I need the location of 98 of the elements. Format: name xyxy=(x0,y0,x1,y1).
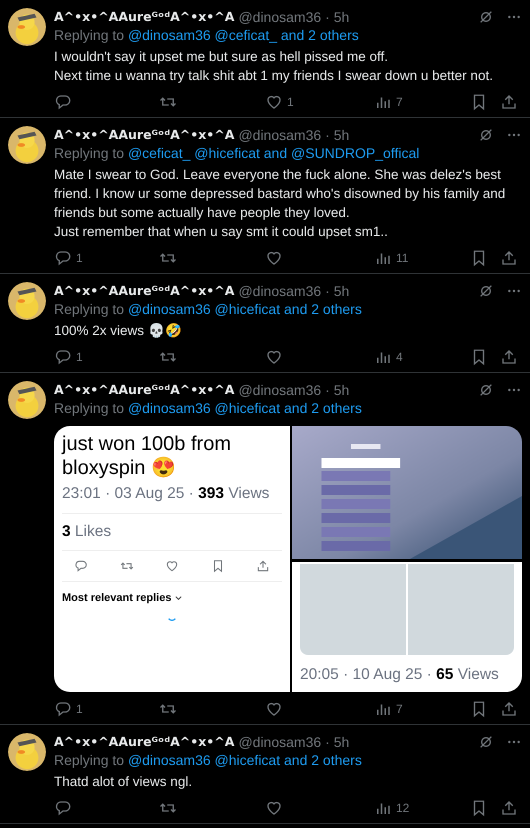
post-time[interactable]: · 5h xyxy=(325,126,350,144)
share-button[interactable] xyxy=(500,93,518,111)
user-handle[interactable]: @dinosam36 xyxy=(238,126,322,144)
post-time[interactable]: · 5h xyxy=(325,733,350,751)
reply-label: Replying to xyxy=(54,27,124,43)
share-icon xyxy=(500,348,518,366)
display-name[interactable]: A^•x•^AAureᴳᵒᵈA^•x•^A xyxy=(54,282,234,300)
like-button[interactable] xyxy=(265,700,283,718)
views-button[interactable]: 12 xyxy=(374,799,410,817)
slashed-circle-icon[interactable] xyxy=(478,382,494,398)
slashed-circle-icon[interactable] xyxy=(478,127,494,143)
post-text: Next time u wanna try talk shit abt 1 my friends I swear down u better not. xyxy=(54,67,494,85)
reply-icon xyxy=(54,799,72,817)
like-icon xyxy=(265,93,283,111)
reply-button[interactable] xyxy=(54,93,72,111)
reply-icon xyxy=(74,558,88,572)
like-button[interactable] xyxy=(265,348,283,366)
avatar[interactable] xyxy=(8,733,46,771)
share-button[interactable] xyxy=(500,700,518,718)
mention-link[interactable]: and 2 others xyxy=(280,27,359,43)
chevron-down-icon xyxy=(175,596,182,600)
like-icon xyxy=(265,799,283,817)
share-button[interactable] xyxy=(500,348,518,366)
display-name[interactable]: A^•x•^AAureᴳᵒᵈA^•x•^A xyxy=(54,8,234,26)
avatar[interactable] xyxy=(8,126,46,164)
share-icon xyxy=(256,558,270,572)
screenshot-post-text: just won 100b from bloxyspin 😍 xyxy=(62,432,232,480)
mention-link[interactable]: @dinosam36 xyxy=(128,27,211,43)
avatar[interactable] xyxy=(8,8,46,46)
mention-link[interactable]: @hiceficat xyxy=(214,752,280,768)
share-button[interactable] xyxy=(500,799,518,817)
views-button[interactable]: 7 xyxy=(374,700,403,718)
display-name[interactable]: A^•x•^AAureᴳᵒᵈA^•x•^A xyxy=(54,733,234,751)
display-name[interactable]: A^•x•^AAureᴳᵒᵈA^•x•^A xyxy=(54,381,234,399)
reply-icon xyxy=(54,93,72,111)
user-handle[interactable]: @dinosam36 xyxy=(238,733,322,751)
mention-link[interactable]: @ceficat_ xyxy=(128,145,190,161)
views-button[interactable]: 4 xyxy=(374,348,403,366)
screenshot-timestamp: 20:05 · 10 Aug 25 · 65 Views xyxy=(300,665,500,685)
reply-label: Replying to xyxy=(54,145,124,161)
screenshot-likes: 3 Likes xyxy=(62,514,282,550)
mention-link[interactable]: and 2 others xyxy=(284,400,362,416)
mention-link[interactable]: @dinosam36 xyxy=(128,301,211,317)
reply-icon xyxy=(54,249,72,267)
mention-link[interactable]: @SUNDROP_offical xyxy=(291,145,420,161)
reply-label: Replying to xyxy=(54,400,124,416)
slashed-circle-icon[interactable] xyxy=(478,9,494,25)
post-time[interactable]: · 5h xyxy=(325,282,350,300)
mention-link[interactable]: @hiceficat xyxy=(194,145,260,161)
post-time[interactable]: · 5h xyxy=(325,381,350,399)
views-button[interactable]: 11 xyxy=(374,249,408,267)
mention-link[interactable]: @ceficat_ xyxy=(214,27,277,43)
reply-button[interactable]: 1 xyxy=(54,348,83,366)
views-button[interactable]: 7 xyxy=(374,93,403,111)
avatar[interactable] xyxy=(8,381,46,419)
media-card[interactable]: just won 100b from bloxyspin 😍 23:01 · 03 Aug 25 · 393 Views 3 Likes Most relevant replies 20:05 · 10 Aug 25 · 65 Views xyxy=(54,426,522,692)
post-text: 100% 2x views 💀🤣 xyxy=(54,322,183,340)
display-name[interactable]: A^•x•^AAureᴳᵒᵈA^•x•^A xyxy=(54,126,234,144)
like-button[interactable]: 1 xyxy=(265,93,294,111)
slashed-circle-icon[interactable] xyxy=(478,734,494,750)
post-time[interactable]: · 5h xyxy=(325,8,350,26)
like-button[interactable] xyxy=(265,799,283,817)
share-icon xyxy=(500,93,518,111)
reply-icon xyxy=(54,348,72,366)
reply-button[interactable] xyxy=(54,799,72,817)
reply-button[interactable]: 1 xyxy=(54,249,83,267)
mention-link[interactable]: and xyxy=(264,145,288,161)
slashed-circle-icon[interactable] xyxy=(478,283,494,299)
mention-link[interactable]: @hiceficat xyxy=(214,400,280,416)
reply-label: Replying to xyxy=(54,752,124,768)
screenshot-timestamp: 23:01 · 03 Aug 25 · 393 Views xyxy=(62,482,282,514)
mention-link[interactable]: @dinosam36 xyxy=(128,400,211,416)
like-icon xyxy=(265,249,283,267)
share-icon xyxy=(500,249,518,267)
user-handle[interactable]: @dinosam36 xyxy=(238,8,322,26)
like-icon xyxy=(265,700,283,718)
mention-link[interactable]: and 2 others xyxy=(284,301,362,317)
share-icon xyxy=(500,700,518,718)
user-handle[interactable]: @dinosam36 xyxy=(238,381,322,399)
like-button[interactable] xyxy=(265,249,283,267)
mention-link[interactable]: @hiceficat xyxy=(214,301,280,317)
share-icon xyxy=(500,799,518,817)
user-handle[interactable]: @dinosam36 xyxy=(238,282,322,300)
post-text: I wouldn't say it upset me but sure as hell pissed me off. xyxy=(54,48,389,66)
post-text: Mate I swear to God. Leave everyone the fuck alone. She was delez's best friend. I know ur some depressed bastard who's disowned by his family and friends but some actually have people they loved. xyxy=(54,166,506,222)
like-icon xyxy=(165,558,179,572)
avatar[interactable] xyxy=(8,282,46,320)
share-button[interactable] xyxy=(500,249,518,267)
mention-link[interactable]: @dinosam36 xyxy=(128,752,211,768)
reply-icon xyxy=(54,700,72,718)
like-icon xyxy=(265,348,283,366)
reply-button[interactable]: 1 xyxy=(54,700,83,718)
mention-link[interactable]: and 2 others xyxy=(284,752,362,768)
replies-sort-label: Most relevant replies xyxy=(62,590,172,606)
reply-label: Replying to xyxy=(54,301,124,317)
loading-spinner-icon xyxy=(168,618,176,622)
post-text: Just remember that when u say smt it could upset sm1.. xyxy=(54,223,389,241)
post-text: Thatd alot of views ngl. xyxy=(54,773,194,791)
